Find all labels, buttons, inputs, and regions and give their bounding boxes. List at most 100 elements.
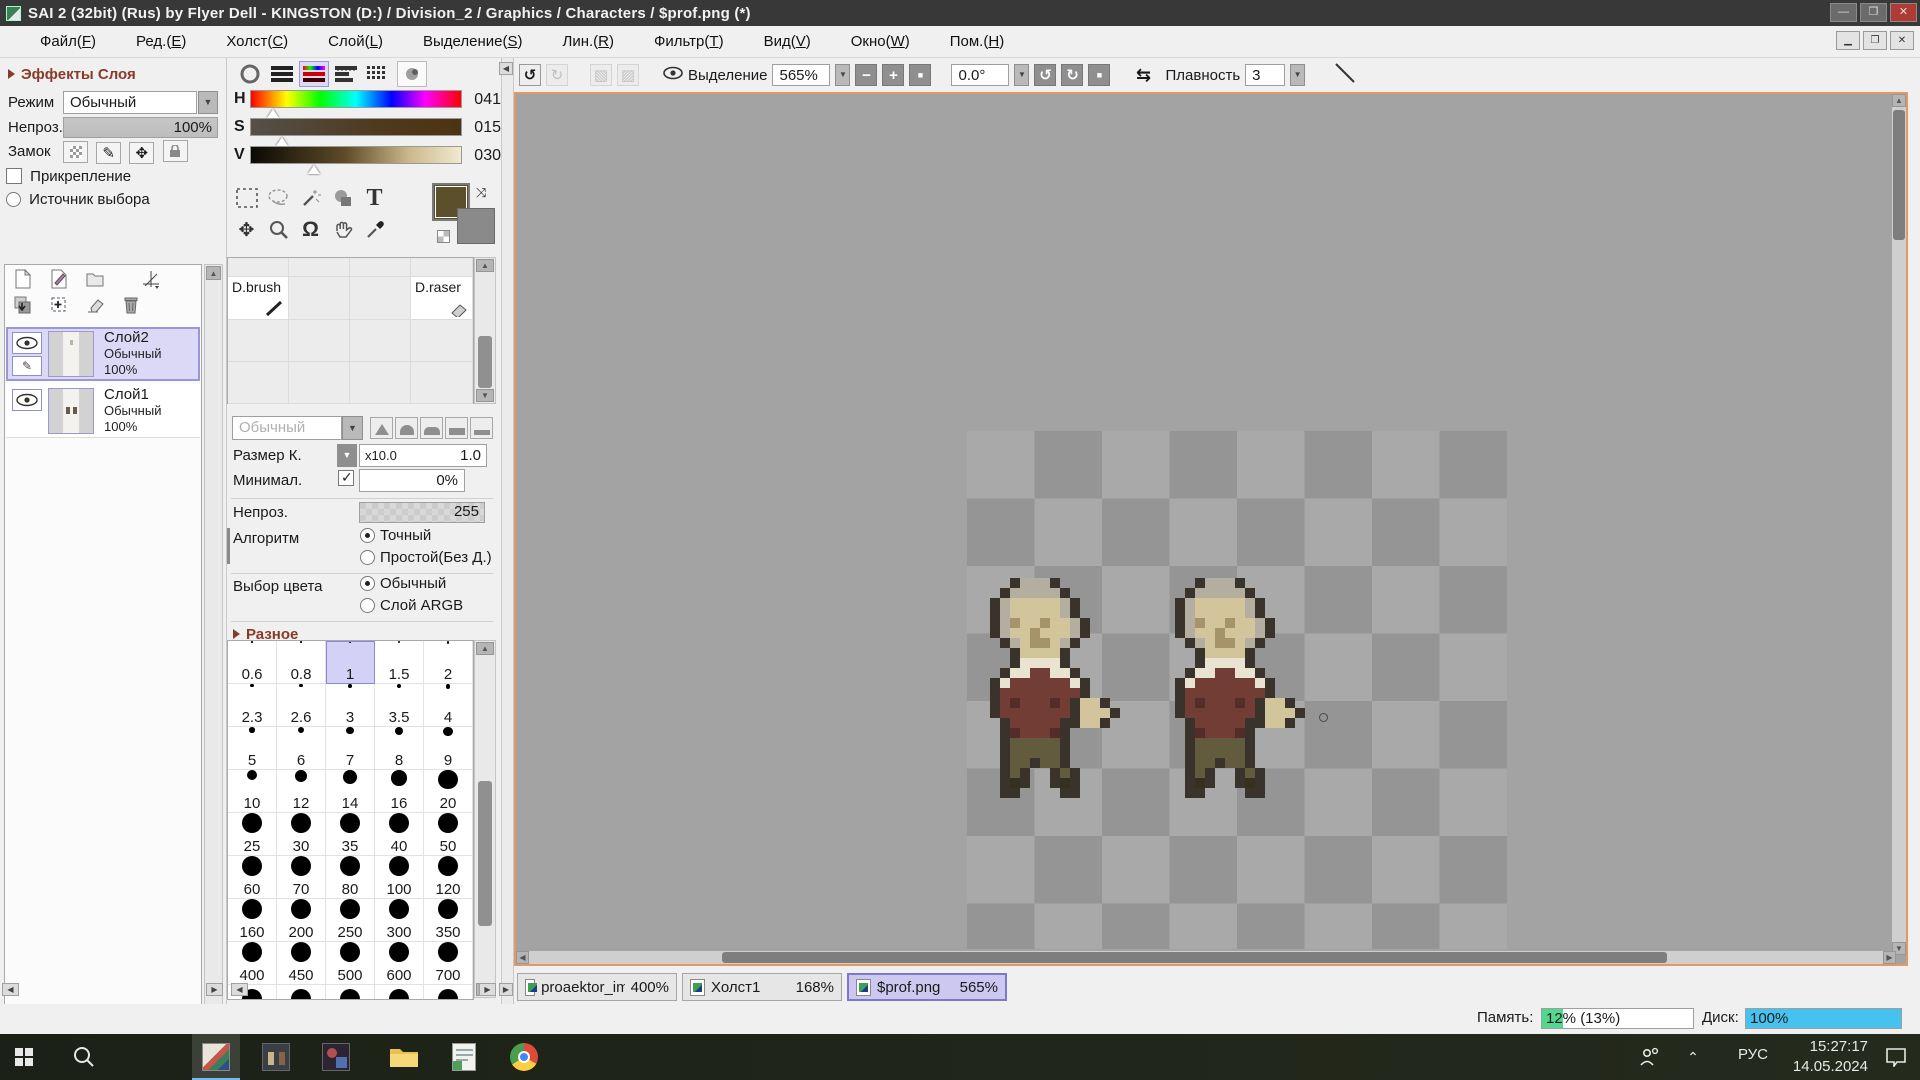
brush-opacity-slider[interactable]: 255 — [359, 502, 485, 523]
brush-D.brush[interactable]: D.brush — [228, 277, 289, 320]
tip-sharp-icon[interactable] — [370, 417, 393, 439]
hue-slider[interactable] — [250, 90, 462, 108]
saturation-slider[interactable] — [250, 118, 462, 136]
menu-редe[interactable]: Ред.(E) — [118, 29, 204, 54]
move-tool[interactable]: ✥ — [231, 215, 262, 245]
selection-source-radio[interactable] — [6, 192, 21, 207]
taskbar-search-icon[interactable] — [60, 1034, 108, 1080]
brush-size-30[interactable]: 30 — [277, 813, 326, 856]
brush-slot-empty[interactable] — [350, 277, 411, 320]
redo-button[interactable]: ↻ — [546, 64, 568, 86]
secondary-color-swatch[interactable] — [457, 208, 495, 244]
brush-size-3.5[interactable]: 3.5 — [375, 684, 424, 727]
tip-block-icon[interactable] — [445, 417, 468, 439]
layer-list-scrollbar[interactable]: ▲ ▼ — [204, 264, 223, 1040]
taskbar-chrome-icon[interactable] — [500, 1034, 548, 1080]
zoom-select[interactable]: 565% — [772, 64, 830, 86]
brush-size-200[interactable]: 200 — [277, 899, 326, 942]
brush-size-400[interactable]: 400 — [228, 942, 277, 985]
brush-size-20[interactable]: 20 — [424, 770, 473, 813]
rotate-view-tool[interactable]: Ω — [295, 215, 326, 245]
brush-slot-empty[interactable] — [350, 320, 411, 362]
layer-thumbnail[interactable] — [48, 331, 94, 377]
brush-slot-empty[interactable] — [411, 258, 473, 277]
menu-окноw[interactable]: Окно(W) — [833, 29, 928, 54]
scratchpad-icon[interactable] — [397, 61, 427, 87]
brush-size-700[interactable]: 700 — [424, 942, 473, 985]
start-button[interactable] — [0, 1034, 48, 1080]
maximize-button[interactable]: ❐ — [1860, 3, 1887, 22]
taskbar-app-tool-icon[interactable] — [312, 1034, 360, 1080]
angle-dropdown-arrow[interactable]: ▼ — [1014, 64, 1029, 86]
zoom-in-button[interactable]: + — [882, 64, 904, 86]
minimize-button[interactable]: — — [1830, 3, 1857, 22]
clipping-group-row[interactable]: Прикрепление — [6, 168, 127, 188]
brush-size-partial[interactable] — [277, 985, 326, 1000]
zoom-reset-button[interactable]: ■ — [909, 64, 931, 86]
transform-button[interactable] — [137, 267, 165, 291]
tip-round-icon[interactable] — [395, 417, 418, 439]
rotate-cw-button[interactable]: ↻ — [1061, 64, 1083, 86]
taskbar-notes-icon[interactable] — [440, 1034, 488, 1080]
brush-size-50[interactable]: 50 — [424, 813, 473, 856]
taskbar-app-game-icon[interactable] — [252, 1034, 300, 1080]
brush-size-2.3[interactable]: 2.3 — [228, 684, 277, 727]
undo-button[interactable]: ↺ — [519, 64, 541, 86]
menu-слойl[interactable]: Слой(L) — [310, 29, 401, 54]
layer-effects-header[interactable]: Эффекты Слоя — [8, 66, 136, 83]
brush-slot-empty[interactable] — [228, 258, 289, 277]
brush-size-field[interactable]: x10.0 1.0 — [359, 444, 487, 467]
panel-splitter[interactable]: ◀ ▶ — [502, 58, 514, 1004]
zoom-out-button[interactable]: − — [855, 64, 877, 86]
panel-collapse-left-icon[interactable]: ◀ — [231, 983, 248, 996]
brush-size-16[interactable]: 16 — [375, 770, 424, 813]
lock-paint-button[interactable]: ✎ — [96, 142, 121, 164]
algorithm-option-0[interactable]: Точный — [360, 528, 426, 547]
canvas-vscrollbar[interactable]: ▲ ▼ — [1892, 94, 1906, 955]
brush-size-350[interactable]: 350 — [424, 899, 473, 942]
brush-size-6[interactable]: 6 — [277, 727, 326, 770]
sprite-old-man-2[interactable] — [1165, 578, 1305, 798]
layer-row-Слой1[interactable]: Слой1Обычный100% — [6, 384, 200, 438]
canvas-viewport[interactable]: ▲ ▼ ◀ ▶ — [514, 92, 1908, 966]
layer-row-Слой2[interactable]: ✎Слой2Обычный100% — [6, 327, 200, 381]
sprite-old-man-1[interactable] — [980, 578, 1120, 798]
panel-collapse-right-icon[interactable]: ▶ — [206, 983, 223, 996]
zoom-tool[interactable] — [263, 215, 294, 245]
brush-size-partial[interactable] — [326, 985, 375, 1000]
color-bars-icon[interactable] — [267, 61, 297, 87]
taskbar-sai-icon[interactable] — [192, 1034, 240, 1080]
menu-холстc[interactable]: Холст(C) — [208, 29, 306, 54]
menu-файлf[interactable]: Файл(F) — [22, 29, 114, 54]
brush-min-field[interactable]: 0% — [359, 469, 465, 492]
clear-layer-button[interactable] — [81, 293, 109, 317]
size-grid-scrollbar[interactable]: ▲ ▼ — [474, 640, 496, 998]
brush-size-120[interactable]: 120 — [424, 856, 473, 899]
layer-thumbnail[interactable] — [48, 388, 94, 434]
brush-slot-empty[interactable] — [411, 320, 473, 362]
merge-down-button[interactable] — [9, 293, 37, 317]
brush-size-14[interactable]: 14 — [326, 770, 375, 813]
brush-size-600[interactable]: 600 — [375, 942, 424, 985]
splitter-expand-icon[interactable]: ▶ — [499, 983, 513, 996]
color-mixer-icon[interactable] — [331, 61, 361, 87]
brush-size-40[interactable]: 40 — [375, 813, 424, 856]
tip-flat-round-icon[interactable] — [420, 417, 443, 439]
brush-size-60[interactable]: 60 — [228, 856, 277, 899]
brush-size-5[interactable]: 5 — [228, 727, 277, 770]
brush-blend-dropdown-arrow[interactable]: ▼ — [342, 416, 363, 440]
color-wheel-icon[interactable] — [235, 61, 265, 87]
line-tool-icon[interactable] — [1333, 61, 1357, 89]
layer-mode-dropdown-arrow[interactable]: ▼ — [198, 91, 218, 114]
eyedropper-tool[interactable] — [359, 215, 390, 245]
layer-visibility-eye-icon[interactable] — [12, 389, 42, 411]
brush-size-300[interactable]: 300 — [375, 899, 424, 942]
brush-slot-empty[interactable] — [289, 320, 350, 362]
tip-flat-icon[interactable] — [470, 417, 493, 439]
lock-transparency-button[interactable] — [63, 141, 88, 163]
doc-restore-button[interactable]: ❐ — [1863, 31, 1887, 50]
menu-фильтрt[interactable]: Фильтр(T) — [636, 29, 742, 54]
brush-size-2.6[interactable]: 2.6 — [277, 684, 326, 727]
document-tab-$prof.png[interactable]: $prof.png565% — [847, 973, 1007, 1001]
brush-blend-select[interactable]: Обычный — [232, 416, 342, 440]
